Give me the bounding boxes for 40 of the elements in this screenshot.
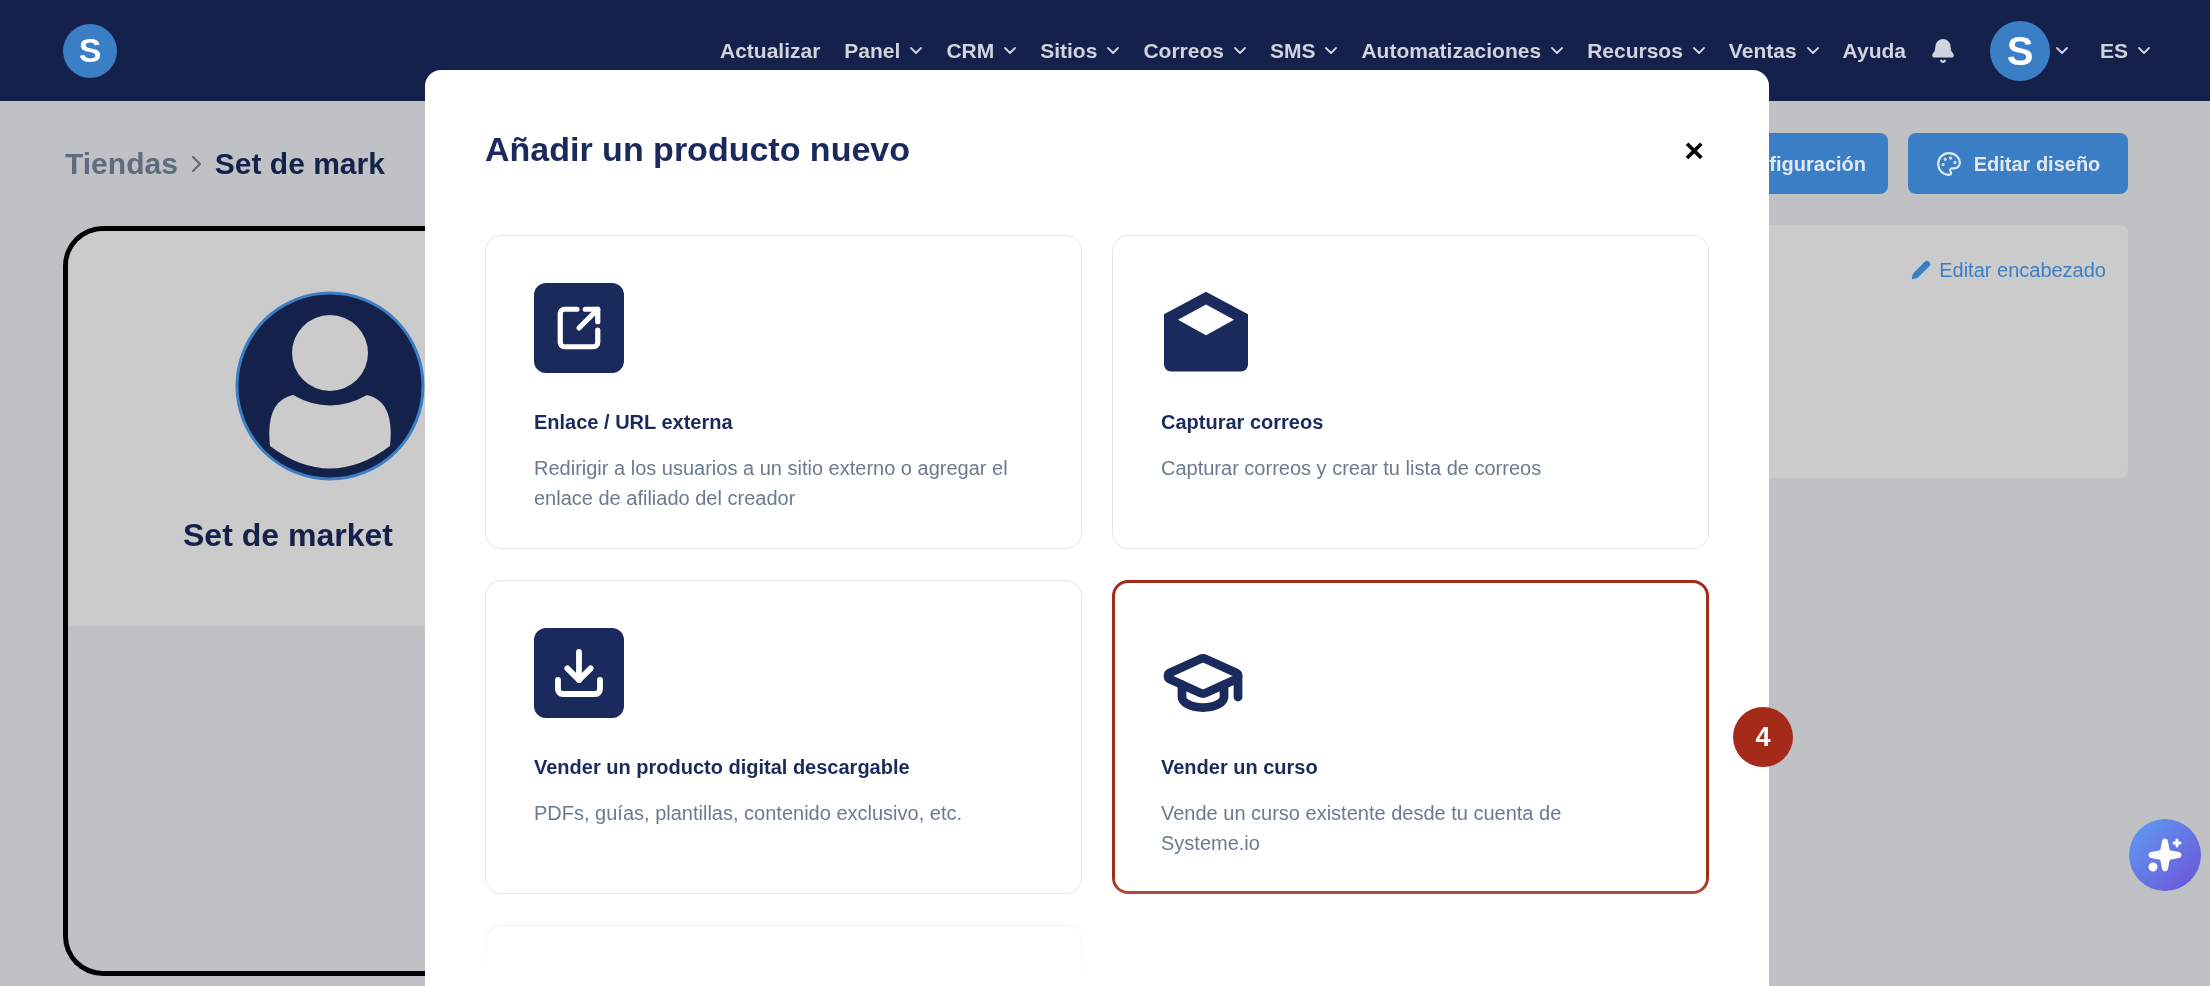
download-icon: [534, 628, 624, 718]
close-button[interactable]: ×: [1684, 132, 1704, 167]
product-option-card[interactable]: Vender un curso Vende un curso existente desde tu cuenta de Systeme.io: [1112, 580, 1709, 894]
palette-icon: [1935, 150, 1962, 177]
nav-menu-item[interactable]: Sitios: [1040, 34, 1120, 67]
product-option-card[interactable]: Vender un producto digital descargable PDFs, guías, plantillas, contenido exclusivo, etc.: [485, 580, 1082, 894]
nav-menu-item[interactable]: Recursos: [1587, 34, 1705, 67]
step-badge: 4: [1733, 707, 1793, 767]
nav-menu-item[interactable]: Correos: [1143, 34, 1246, 67]
chevron-right-icon: [191, 155, 201, 172]
nav-menu-item[interactable]: CRM: [946, 34, 1017, 67]
option-title: Vender un curso: [1161, 755, 1319, 780]
nav-menu-item[interactable]: Actualizar: [719, 34, 821, 67]
option-title: Capturar correos: [1161, 410, 1325, 435]
nav-menu-item[interactable]: Panel: [844, 34, 923, 67]
user-avatar[interactable]: S: [1990, 20, 2050, 81]
product-option-card[interactable]: Enlace / URL externa Redirigir a los usuarios a un sitio externo o agregar el enlace de afiliado del creador: [485, 235, 1082, 549]
language-selector[interactable]: ES: [2100, 34, 2150, 67]
option-title: Vender un producto digital descargable: [534, 755, 911, 780]
store-title: Set de market: [183, 516, 394, 555]
nav-menu-item[interactable]: Ventas: [1728, 34, 1819, 67]
option-description: PDFs, guías, plantillas, contenido exclusivo, etc.: [534, 801, 963, 826]
option-description: Capturar correos y crear tu lista de correos: [1161, 456, 1543, 481]
bell-icon[interactable]: [1930, 37, 1956, 64]
nav-menu-item[interactable]: SMS: [1269, 34, 1338, 67]
product-option-card[interactable]: Capturar correos Capturar correos y crear tu lista de correos: [1112, 235, 1709, 549]
pencil-icon: [1911, 260, 1932, 280]
nav-menu-item[interactable]: Automatizaciones: [1361, 34, 1564, 67]
option-title: Enlace / URL externa: [534, 410, 734, 435]
option-description: Vende un curso existente desde tu cuenta de Systeme.io: [1161, 801, 1563, 856]
breadcrumb-current: Set de mark: [214, 146, 385, 182]
sparkles-icon: [2147, 837, 2183, 873]
chevron-down-icon[interactable]: [2056, 47, 2068, 54]
modal-title: Añadir un producto nuevo: [485, 129, 910, 170]
logo[interactable]: S: [63, 23, 117, 78]
chevron-down-icon: [2138, 47, 2150, 54]
option-description: Redirigir a los usuarios a un sitio externo o agregar el enlace de afiliado del creador: [534, 456, 1009, 511]
envelope-icon: [1161, 289, 1251, 373]
external-link-icon: [534, 283, 624, 373]
nav-menu-item[interactable]: Ayuda: [1842, 34, 1906, 67]
